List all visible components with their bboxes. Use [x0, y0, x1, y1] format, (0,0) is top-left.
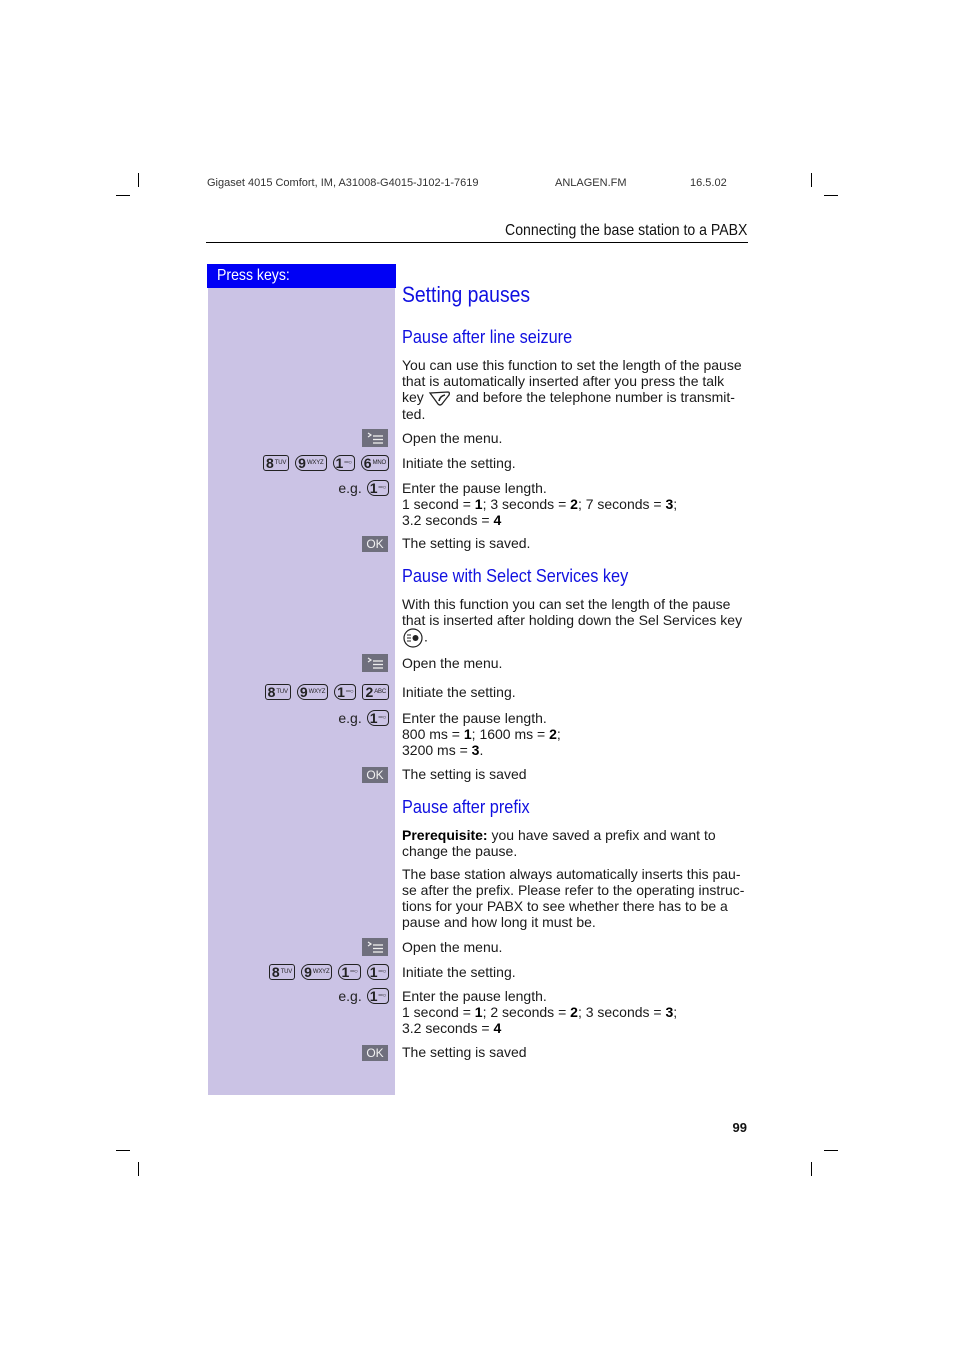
key-1[interactable]: 1 ═○ — [334, 684, 357, 700]
section-intro: You can use this function to set the len… — [402, 357, 742, 423]
key-1[interactable]: 1 ═○ — [366, 480, 389, 496]
step-text: Initiate the setting. — [402, 684, 516, 700]
key-8[interactable]: 8 TUV — [268, 964, 296, 980]
menu-key[interactable] — [362, 429, 388, 447]
key-9[interactable]: 9 WXYZ — [301, 964, 333, 980]
key-1[interactable]: 1 ═○ — [366, 964, 389, 980]
press-keys-header: Press keys: — [207, 264, 396, 288]
document-id: Gigaset 4015 Comfort, IM, A31008-G4015-J… — [207, 177, 479, 189]
key-6[interactable]: 6 MNO — [360, 455, 389, 471]
menu-key[interactable] — [362, 654, 388, 672]
key-9[interactable]: 9 WXYZ — [296, 684, 329, 700]
running-title: Connecting the base station to a PABX — [504, 222, 747, 239]
section-heading: Pause after line seizure — [402, 326, 573, 347]
example-key: e.g. 1 ═○ — [338, 480, 389, 496]
crop-mark — [116, 195, 130, 196]
menu-icon — [367, 941, 383, 953]
step-text: Open the menu. — [402, 655, 503, 671]
step-text: Enter the pause length. 1 second = 1; 2 … — [402, 988, 678, 1036]
crop-mark — [824, 1150, 838, 1151]
section-heading: Pause after prefix — [402, 796, 530, 817]
key-sequence: 8 TUV 9 WXYZ 1 ═○ 6 MNO — [262, 455, 389, 471]
section-intro: With this function you can set the lengt… — [402, 596, 752, 648]
step-text: Initiate the setting. — [402, 455, 516, 471]
key-sequence: 8 TUV 9 WXYZ 1 ═○ 2 ABC — [264, 684, 389, 700]
menu-key[interactable] — [362, 938, 388, 956]
crop-mark — [138, 173, 139, 187]
key-8[interactable]: 8 TUV — [264, 684, 291, 700]
page-number: 99 — [732, 1120, 747, 1135]
example-key: e.g. 1 ═○ — [338, 710, 389, 726]
step-text: Enter the pause length. 800 ms = 1; 1600… — [402, 710, 561, 758]
document-date: 16.5.02 — [690, 177, 727, 189]
key-1[interactable]: 1 ═○ — [366, 988, 389, 1004]
file-name: ANLAGEN.FM — [555, 177, 627, 189]
ok-key[interactable]: OK — [362, 767, 388, 783]
crop-mark — [116, 1150, 130, 1151]
step-text: Open the menu. — [402, 939, 503, 955]
menu-icon — [367, 657, 383, 669]
prerequisite: Prerequisite: you have saved a prefix an… — [402, 827, 716, 859]
crop-mark — [824, 195, 838, 196]
header-rule — [206, 242, 748, 243]
menu-icon — [367, 432, 383, 444]
key-1[interactable]: 1 ═○ — [338, 964, 361, 980]
crop-mark — [138, 1162, 139, 1176]
step-text: Open the menu. — [402, 430, 503, 446]
step-text: Enter the pause length. 1 second = 1; 3 … — [402, 480, 678, 528]
step-text: The setting is saved — [402, 1044, 527, 1060]
sel-services-key-icon — [403, 628, 423, 648]
step-text: The setting is saved. — [402, 535, 531, 551]
key-1[interactable]: 1 ═○ — [366, 710, 389, 726]
crop-mark — [811, 1162, 812, 1176]
ok-key[interactable]: OK — [362, 1045, 388, 1061]
section-heading: Pause with Select Services key — [402, 565, 629, 586]
key-8[interactable]: 8 TUV — [262, 455, 290, 471]
section-body: The base station always automatically in… — [402, 866, 745, 930]
crop-mark — [811, 173, 812, 187]
ok-key[interactable]: OK — [362, 536, 388, 552]
step-text: Initiate the setting. — [402, 964, 516, 980]
key-sequence: 8 TUV 9 WXYZ 1 ═○ 1 ═○ — [268, 964, 389, 980]
step-text: The setting is saved — [402, 766, 527, 782]
key-2[interactable]: 2 ABC — [362, 684, 389, 700]
page-title: Setting pauses — [402, 282, 531, 307]
key-1[interactable]: 1 ═○ — [332, 455, 355, 471]
example-key: e.g. 1 ═○ — [338, 988, 389, 1004]
talk-key-icon — [428, 391, 450, 406]
key-9[interactable]: 9 WXYZ — [295, 455, 327, 471]
